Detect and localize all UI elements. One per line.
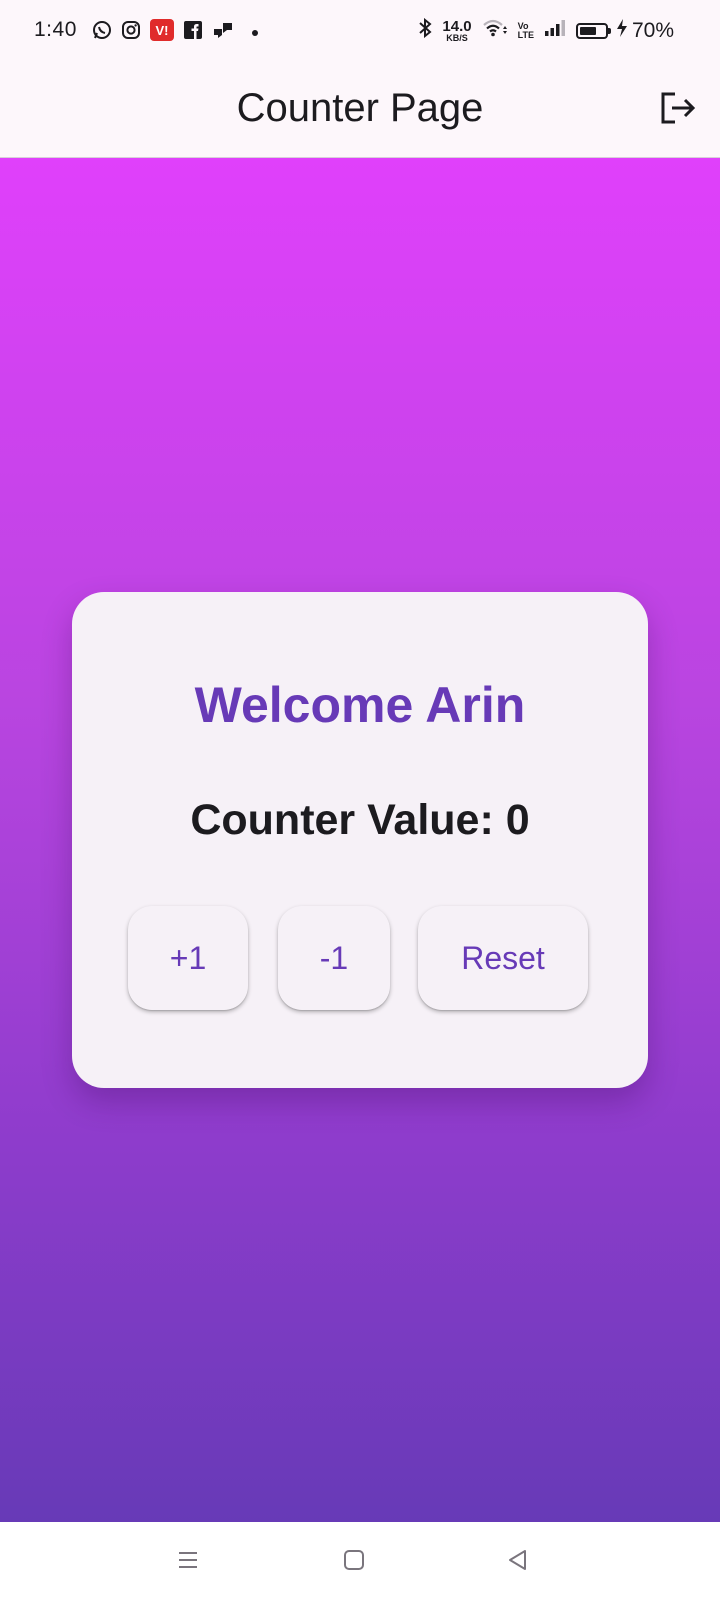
- charging-icon: [616, 18, 628, 44]
- messaging-icon: [212, 20, 234, 45]
- increment-button[interactable]: +1: [128, 906, 248, 1010]
- dot-icon: [251, 24, 259, 42]
- signal-icon: [544, 18, 566, 44]
- menu-icon: [176, 1548, 200, 1577]
- counter-card: Welcome Arin Counter Value: 0 +1 -1 Rese…: [72, 592, 648, 1088]
- decrement-button[interactable]: -1: [278, 906, 390, 1010]
- volte-indicator: Vo LTE: [517, 21, 534, 41]
- counter-value-text: Counter Value: 0: [190, 796, 530, 844]
- network-speed-unit: KB/S: [446, 33, 468, 43]
- facebook-icon: [183, 20, 203, 45]
- wifi-icon: [482, 18, 508, 44]
- home-icon: [342, 1548, 366, 1577]
- screen: 1:40 V! 14.0 KB/S Vo LTE 70% Counter Pag…: [0, 0, 720, 1600]
- page-title: Counter Page: [236, 86, 484, 130]
- whatsapp-icon: [92, 20, 112, 45]
- svg-text:V!: V!: [156, 23, 169, 38]
- battery-percent: 70%: [631, 19, 674, 42]
- bluetooth-icon: [418, 17, 432, 44]
- home-button[interactable]: [336, 1544, 372, 1580]
- status-bar: 1:40 V! 14.0 KB/S Vo LTE 70%: [0, 0, 720, 62]
- logout-icon: [660, 91, 696, 130]
- network-speed-value: 14.0: [442, 18, 472, 35]
- instagram-icon: [121, 20, 141, 45]
- reset-button[interactable]: Reset: [418, 906, 588, 1010]
- status-time: 1:40: [34, 18, 77, 41]
- logout-button[interactable]: [656, 88, 700, 132]
- notification-icons: V!: [92, 19, 259, 46]
- vi-app-icon: V!: [150, 19, 174, 46]
- system-nav-bar: [0, 1522, 720, 1600]
- battery-icon: [575, 23, 611, 39]
- content-area: Welcome Arin Counter Value: 0 +1 -1 Rese…: [0, 158, 720, 1522]
- volte-bottom: LTE: [517, 30, 534, 40]
- network-speed: 14.0 KB/S: [442, 19, 471, 43]
- welcome-heading: Welcome Arin: [194, 677, 526, 733]
- app-bar: Counter Page: [0, 62, 720, 158]
- status-right: 14.0 KB/S Vo LTE 70%: [418, 17, 674, 44]
- recent-apps-button[interactable]: [170, 1544, 206, 1580]
- back-icon: [506, 1548, 530, 1577]
- battery-fill: [579, 27, 596, 35]
- back-button[interactable]: [500, 1544, 536, 1580]
